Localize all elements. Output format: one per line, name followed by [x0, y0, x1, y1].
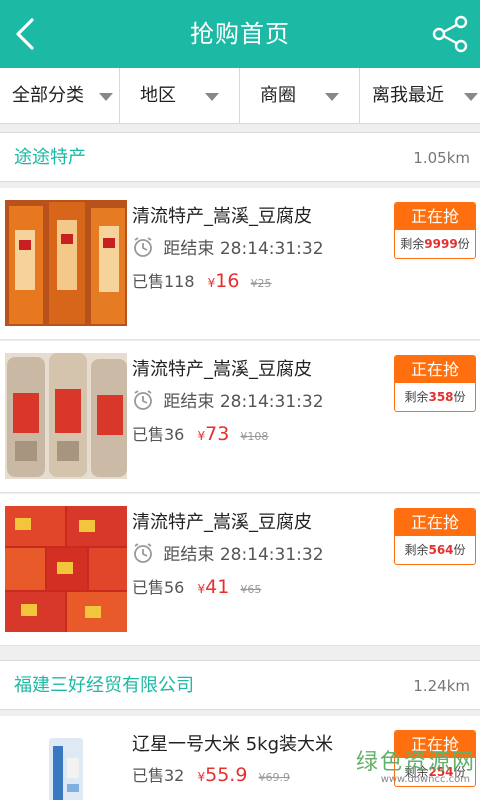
sales-row: 已售56 ¥41 ¥65 [132, 574, 261, 598]
remaining-prefix: 剩余 [404, 390, 429, 404]
filter-region[interactable]: 地区 [120, 68, 240, 124]
watermark-url: www.downcc.com [380, 774, 470, 785]
shop-name: 途途特产 [14, 147, 86, 168]
shop-header[interactable]: 途途特产 1.05km [0, 132, 480, 182]
countdown: 距结束 28:14:31:32 [132, 540, 324, 565]
status-label: 正在抢 [395, 356, 475, 383]
dropdown-arrow-icon [99, 93, 113, 101]
header-bar: 抢购首页 [0, 0, 480, 68]
countdown-label: 距结束 [163, 239, 215, 259]
countdown-value: 28:14:31:32 [219, 239, 324, 259]
product-image [5, 506, 127, 632]
flash-sale-badge[interactable]: 正在抢 剩余9999份 [394, 202, 476, 259]
countdown: 距结束 28:14:31:32 [132, 387, 324, 412]
product-item[interactable]: 清流特产_嵩溪_豆腐皮 距结束 28:14:31:32 已售118 ¥16 ¥2… [0, 188, 480, 340]
shop-header[interactable]: 福建三好经贸有限公司 1.24km [0, 660, 480, 710]
remaining-unit: 份 [457, 237, 470, 251]
countdown-value: 28:14:31:32 [219, 545, 324, 565]
app-screen: 抢购首页 全部分类 地区 商圈 离我最近 途途特产 1.05km 清流特产_嵩溪… [0, 0, 480, 800]
status-label: 正在抢 [395, 509, 475, 536]
currency-symbol: ¥ [197, 770, 206, 784]
dropdown-arrow-icon [205, 93, 219, 101]
remaining-stock: 剩余564份 [395, 536, 475, 564]
filter-bar: 全部分类 地区 商圈 离我最近 [0, 68, 480, 124]
watermark: 绿色资源网 www.downcc.com [336, 744, 476, 794]
product-name: 辽星一号大米 5kg装大米 [132, 734, 334, 755]
sold-count: 已售32 [132, 766, 185, 785]
price-value: 16 [215, 270, 240, 292]
remaining-unit: 份 [453, 390, 466, 404]
price-value: 73 [205, 423, 230, 445]
sold-count: 已售118 [132, 272, 195, 291]
watermark-text: 绿色资源网 [355, 750, 476, 775]
remaining-count: 358 [428, 390, 454, 404]
product-name: 清流特产_嵩溪_豆腐皮 [132, 512, 312, 533]
sales-row: 已售32 ¥55.9 ¥69.9 [132, 762, 290, 786]
countdown-label: 距结束 [163, 392, 215, 412]
filter-category[interactable]: 全部分类 [0, 68, 120, 124]
remaining-stock: 剩余9999份 [395, 230, 475, 258]
original-price: ¥65 [240, 583, 262, 596]
remaining-count: 564 [428, 543, 454, 557]
price-value: 55.9 [205, 764, 248, 786]
countdown-label: 距结束 [163, 545, 215, 565]
shop-distance: 1.05km [413, 149, 470, 167]
sold-count: 已售56 [132, 578, 185, 597]
remaining-prefix: 剩余 [400, 237, 425, 251]
flash-sale-badge[interactable]: 正在抢 剩余358份 [394, 355, 476, 412]
currency-symbol: ¥ [197, 429, 206, 443]
currency-symbol: ¥ [197, 582, 206, 596]
product-name: 清流特产_嵩溪_豆腐皮 [132, 206, 312, 227]
product-image [5, 200, 127, 326]
share-icon[interactable] [428, 12, 472, 56]
remaining-prefix: 剩余 [404, 543, 429, 557]
shop-name: 福建三好经贸有限公司 [14, 675, 194, 696]
clock-icon [134, 237, 152, 257]
sales-row: 已售36 ¥73 ¥108 [132, 421, 268, 445]
remaining-count: 9999 [424, 237, 458, 251]
sale-price: ¥73 [197, 423, 230, 445]
product-item[interactable]: 清流特产_嵩溪_豆腐皮 距结束 28:14:31:32 已售56 ¥41 ¥65… [0, 494, 480, 646]
sale-price: ¥55.9 [197, 764, 248, 786]
product-image [5, 353, 127, 479]
product-image [5, 728, 127, 800]
countdown: 距结束 28:14:31:32 [132, 234, 324, 259]
original-price: ¥25 [250, 277, 272, 290]
sale-price: ¥41 [197, 576, 230, 598]
price-value: 41 [205, 576, 230, 598]
status-label: 正在抢 [395, 203, 475, 230]
dropdown-arrow-icon [325, 93, 339, 101]
flash-sale-badge[interactable]: 正在抢 剩余564份 [394, 508, 476, 565]
clock-icon [134, 543, 152, 563]
filter-label: 商圈 [260, 85, 296, 106]
shop-distance: 1.24km [413, 677, 470, 695]
filter-business-district[interactable]: 商圈 [240, 68, 360, 124]
sales-row: 已售118 ¥16 ¥25 [132, 268, 272, 292]
dropdown-arrow-icon [464, 93, 478, 101]
page-title: 抢购首页 [190, 20, 290, 48]
original-price: ¥108 [240, 430, 269, 443]
filter-label: 地区 [140, 85, 176, 106]
filter-sort-nearest[interactable]: 离我最近 [360, 68, 480, 124]
countdown-value: 28:14:31:32 [219, 392, 324, 412]
original-price: ¥69.9 [258, 771, 291, 784]
product-item[interactable]: 清流特产_嵩溪_豆腐皮 距结束 28:14:31:32 已售36 ¥73 ¥10… [0, 341, 480, 493]
remaining-unit: 份 [453, 543, 466, 557]
sold-count: 已售36 [132, 425, 185, 444]
filter-label: 全部分类 [12, 85, 84, 106]
sale-price: ¥16 [208, 270, 240, 292]
product-name: 清流特产_嵩溪_豆腐皮 [132, 359, 312, 380]
clock-icon [134, 390, 152, 410]
filter-label: 离我最近 [372, 85, 444, 106]
remaining-stock: 剩余358份 [395, 383, 475, 411]
